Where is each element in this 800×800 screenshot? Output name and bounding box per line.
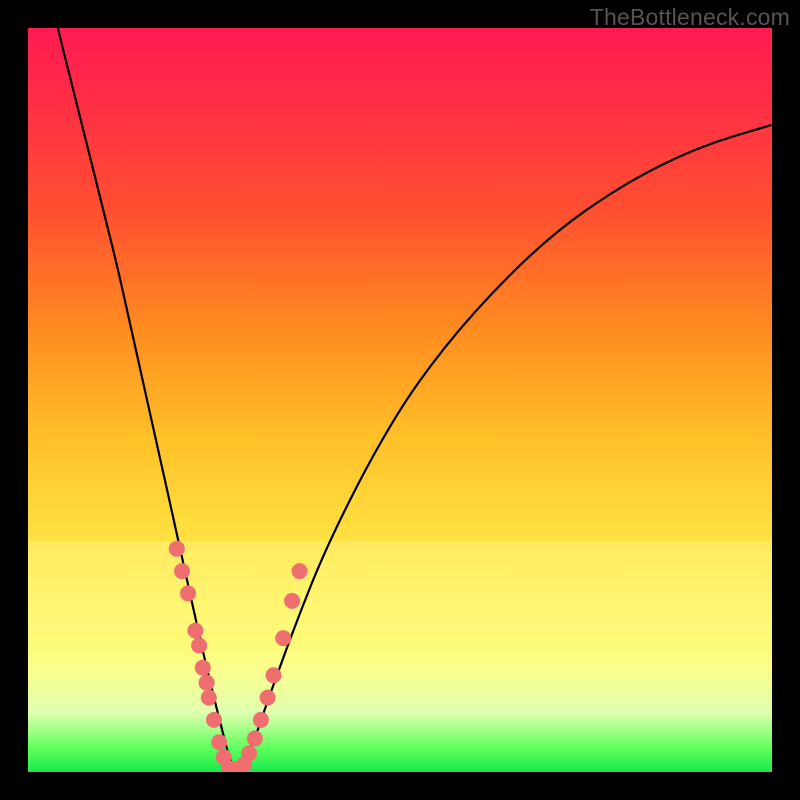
- marker-dot: [169, 541, 185, 557]
- marker-dot: [260, 690, 276, 706]
- marker-dot: [180, 585, 196, 601]
- marker-dot: [266, 667, 282, 683]
- watermark-text: TheBottleneck.com: [590, 4, 790, 31]
- plot-area: [28, 28, 772, 772]
- marker-dot: [253, 712, 269, 728]
- marker-dot: [199, 675, 215, 691]
- marker-dot: [241, 745, 257, 761]
- v-curve-left: [58, 28, 237, 772]
- v-curve-right: [236, 125, 772, 772]
- marker-dot: [174, 563, 190, 579]
- image-frame: TheBottleneck.com: [0, 0, 800, 800]
- marker-group: [169, 541, 308, 772]
- marker-dot: [191, 638, 207, 654]
- marker-dot: [195, 660, 211, 676]
- marker-dot: [292, 563, 308, 579]
- curve-layer: [28, 28, 772, 772]
- marker-dot: [275, 630, 291, 646]
- marker-dot: [247, 731, 263, 747]
- marker-dot: [211, 734, 227, 750]
- marker-dot: [201, 690, 217, 706]
- marker-dot: [206, 712, 222, 728]
- marker-dot: [284, 593, 300, 609]
- marker-dot: [187, 623, 203, 639]
